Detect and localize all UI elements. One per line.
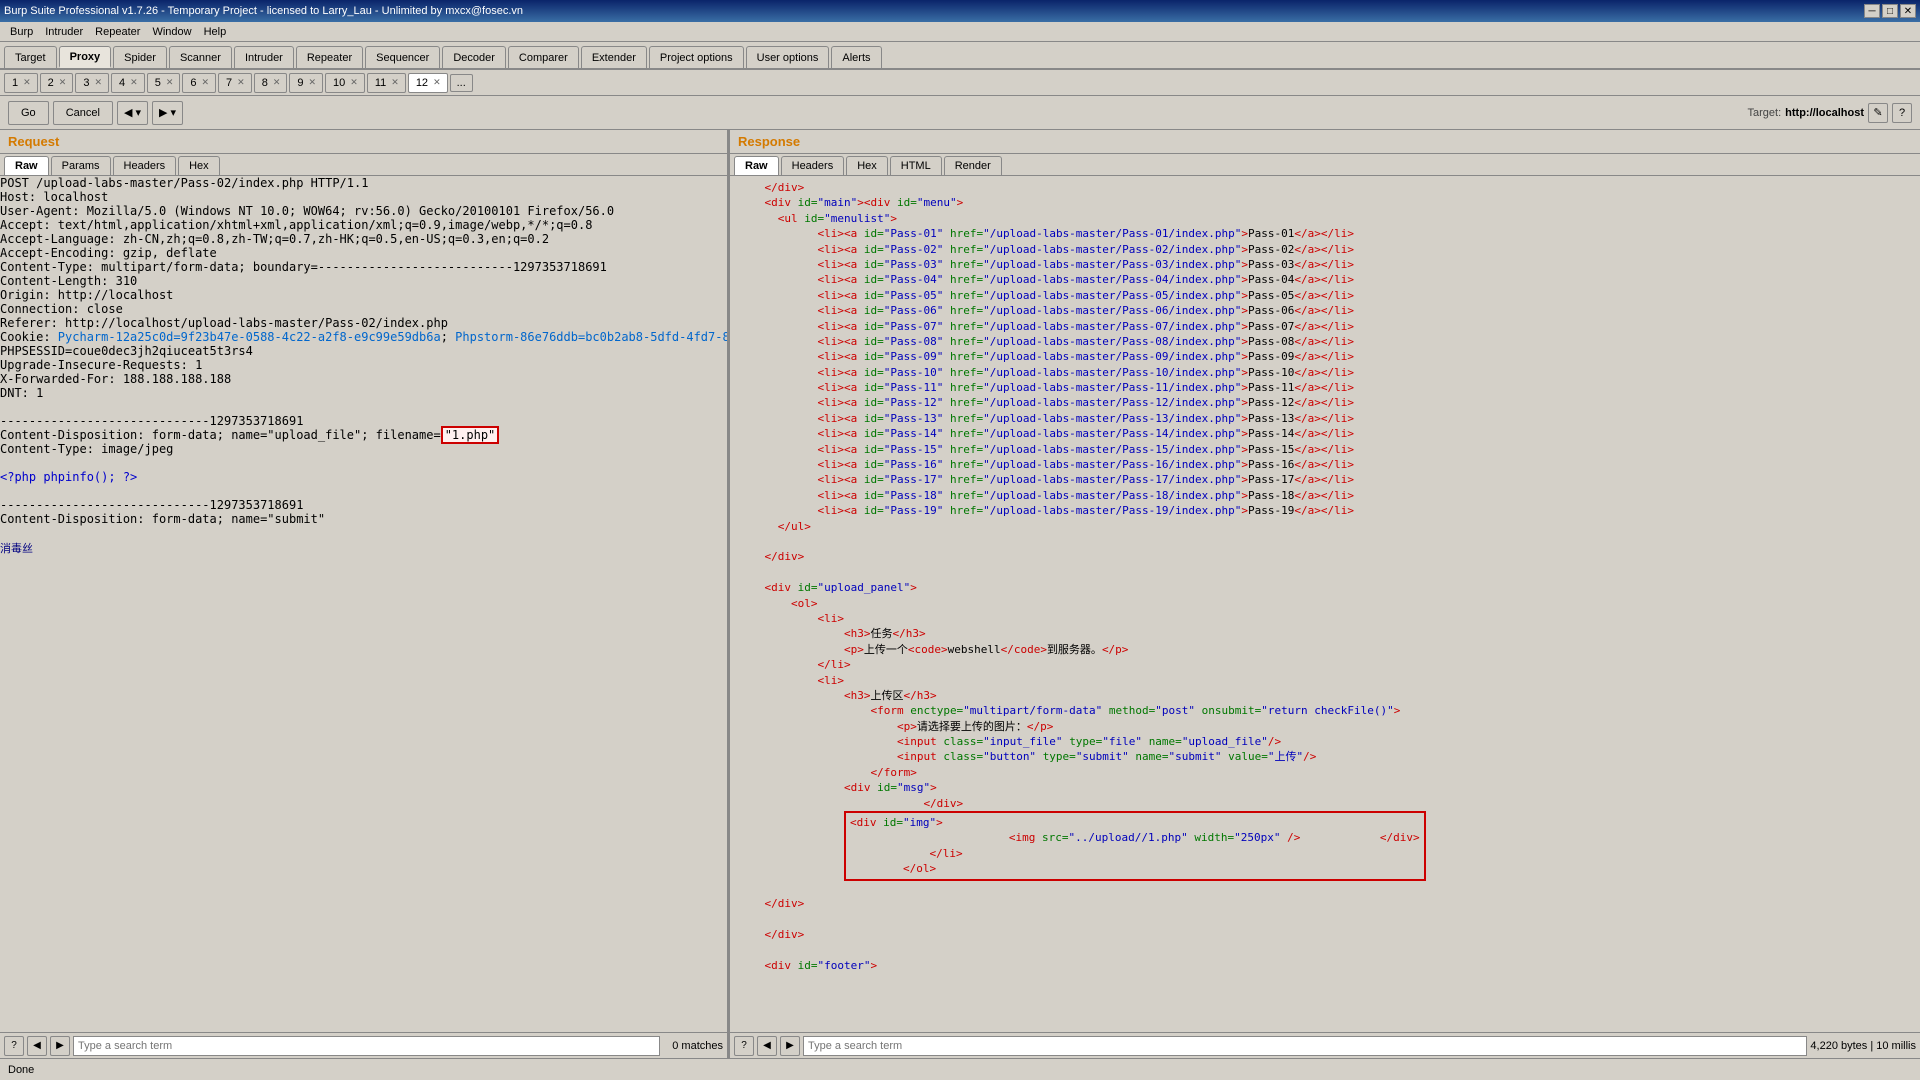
tab-scanner[interactable]: Scanner <box>169 46 232 68</box>
page-tab-7[interactable]: 7✕ <box>218 73 252 93</box>
tab-sequencer[interactable]: Sequencer <box>365 46 440 68</box>
cancel-button[interactable]: Cancel <box>53 101 113 125</box>
tab-spider[interactable]: Spider <box>113 46 167 68</box>
go-button[interactable]: Go <box>8 101 49 125</box>
request-search-input[interactable] <box>73 1036 660 1056</box>
response-tab-raw[interactable]: Raw <box>734 156 779 175</box>
response-tab-hex[interactable]: Hex <box>846 156 888 175</box>
request-body: POST /upload-labs-master/Pass-02/index.p… <box>0 176 727 556</box>
window-controls[interactable]: ─ □ ✕ <box>1864 4 1916 18</box>
response-content[interactable]: </div> <div id="main"><div id="menu"> <u… <box>730 176 1920 1032</box>
tab-comparer[interactable]: Comparer <box>508 46 579 68</box>
request-content[interactable]: POST /upload-labs-master/Pass-02/index.p… <box>0 176 727 1032</box>
page-tab-11[interactable]: 11✕ <box>367 73 406 93</box>
response-tab-html[interactable]: HTML <box>890 156 942 175</box>
page-tab-9[interactable]: 9✕ <box>289 73 323 93</box>
request-tab-headers[interactable]: Headers <box>113 156 177 175</box>
menu-help[interactable]: Help <box>198 24 233 40</box>
response-search-prev[interactable]: ◀ <box>757 1036 777 1056</box>
request-title: Request <box>0 130 727 154</box>
page-tab-more[interactable]: ... <box>450 74 473 92</box>
window-title: Burp Suite Professional v1.7.26 - Tempor… <box>4 5 523 17</box>
target-url: http://localhost <box>1785 107 1864 119</box>
page-tab-8[interactable]: 8✕ <box>254 73 288 93</box>
menu-burp[interactable]: Burp <box>4 24 39 40</box>
request-tab-hex[interactable]: Hex <box>178 156 220 175</box>
filename-highlight: "1.php" <box>441 426 500 444</box>
page-tab-1[interactable]: 1✕ <box>4 73 38 93</box>
tab-extender[interactable]: Extender <box>581 46 647 68</box>
request-match-count: 0 matches <box>663 1040 723 1052</box>
tab-repeater[interactable]: Repeater <box>296 46 363 68</box>
request-sub-tabs: Raw Params Headers Hex <box>0 154 727 176</box>
response-tab-headers[interactable]: Headers <box>781 156 845 175</box>
page-tab-5[interactable]: 5✕ <box>147 73 181 93</box>
tab-project-options[interactable]: Project options <box>649 46 744 68</box>
target-edit-button[interactable]: ✎ <box>1868 103 1888 123</box>
menu-repeater[interactable]: Repeater <box>89 24 146 40</box>
target-help-button[interactable]: ? <box>1892 103 1912 123</box>
menu-window[interactable]: Window <box>146 24 197 40</box>
red-highlight-box: <div id="img"> <img src="../upload//1.ph… <box>844 811 1426 881</box>
title-bar: Burp Suite Professional v1.7.26 - Tempor… <box>0 0 1920 22</box>
tab-proxy[interactable]: Proxy <box>59 46 112 68</box>
page-tab-6[interactable]: 6✕ <box>182 73 216 93</box>
request-pane: Request Raw Params Headers Hex POST /upl… <box>0 130 730 1058</box>
request-search-bar: ? ◀ ▶ 0 matches <box>0 1032 727 1058</box>
request-tab-raw[interactable]: Raw <box>4 156 49 175</box>
request-search-help[interactable]: ? <box>4 1036 24 1056</box>
response-search-help[interactable]: ? <box>734 1036 754 1056</box>
page-tab-3[interactable]: 3✕ <box>75 73 109 93</box>
menu-bar: Burp Intruder Repeater Window Help <box>0 22 1920 42</box>
minimize-button[interactable]: ─ <box>1864 4 1880 18</box>
target-area: Target: http://localhost ✎ ? <box>1748 103 1912 123</box>
tab-target[interactable]: Target <box>4 46 57 68</box>
response-pane: Response Raw Headers Hex HTML Render </d… <box>730 130 1920 1058</box>
page-tab-12[interactable]: 12✕ <box>408 73 448 93</box>
page-tab-4[interactable]: 4✕ <box>111 73 145 93</box>
response-body: </div> <div id="main"><div id="menu"> <u… <box>730 176 1920 977</box>
status-bar: Done <box>0 1058 1920 1080</box>
prev-button[interactable]: ◀ ▾ <box>117 101 148 125</box>
target-label: Target: <box>1748 107 1782 119</box>
response-sub-tabs: Raw Headers Hex HTML Render <box>730 154 1920 176</box>
maximize-button[interactable]: □ <box>1882 4 1898 18</box>
request-tab-params[interactable]: Params <box>51 156 111 175</box>
tab-decoder[interactable]: Decoder <box>442 46 506 68</box>
tab-alerts[interactable]: Alerts <box>831 46 881 68</box>
tab-user-options[interactable]: User options <box>746 46 830 68</box>
response-search-next[interactable]: ▶ <box>780 1036 800 1056</box>
menu-intruder[interactable]: Intruder <box>39 24 89 40</box>
request-search-next[interactable]: ▶ <box>50 1036 70 1056</box>
main-tab-bar: Target Proxy Spider Scanner Intruder Rep… <box>0 42 1920 70</box>
toolbar: Go Cancel ◀ ▾ ▶ ▾ Target: http://localho… <box>0 96 1920 130</box>
next-button[interactable]: ▶ ▾ <box>152 101 183 125</box>
response-match-count: 4,220 bytes | 10 millis <box>1810 1040 1916 1052</box>
response-title: Response <box>730 130 1920 154</box>
main-content: Request Raw Params Headers Hex POST /upl… <box>0 130 1920 1058</box>
response-search-bar: ? ◀ ▶ 4,220 bytes | 10 millis <box>730 1032 1920 1058</box>
status-text: Done <box>8 1064 34 1076</box>
request-search-prev[interactable]: ◀ <box>27 1036 47 1056</box>
tab-intruder[interactable]: Intruder <box>234 46 294 68</box>
response-search-input[interactable] <box>803 1036 1807 1056</box>
page-tab-10[interactable]: 10✕ <box>325 73 365 93</box>
close-button[interactable]: ✕ <box>1900 4 1916 18</box>
page-tab-2[interactable]: 2✕ <box>40 73 74 93</box>
page-tabs-bar: 1✕ 2✕ 3✕ 4✕ 5✕ 6✕ 7✕ 8✕ 9✕ 10✕ 11✕ 12✕ .… <box>0 70 1920 96</box>
response-tab-render[interactable]: Render <box>944 156 1002 175</box>
